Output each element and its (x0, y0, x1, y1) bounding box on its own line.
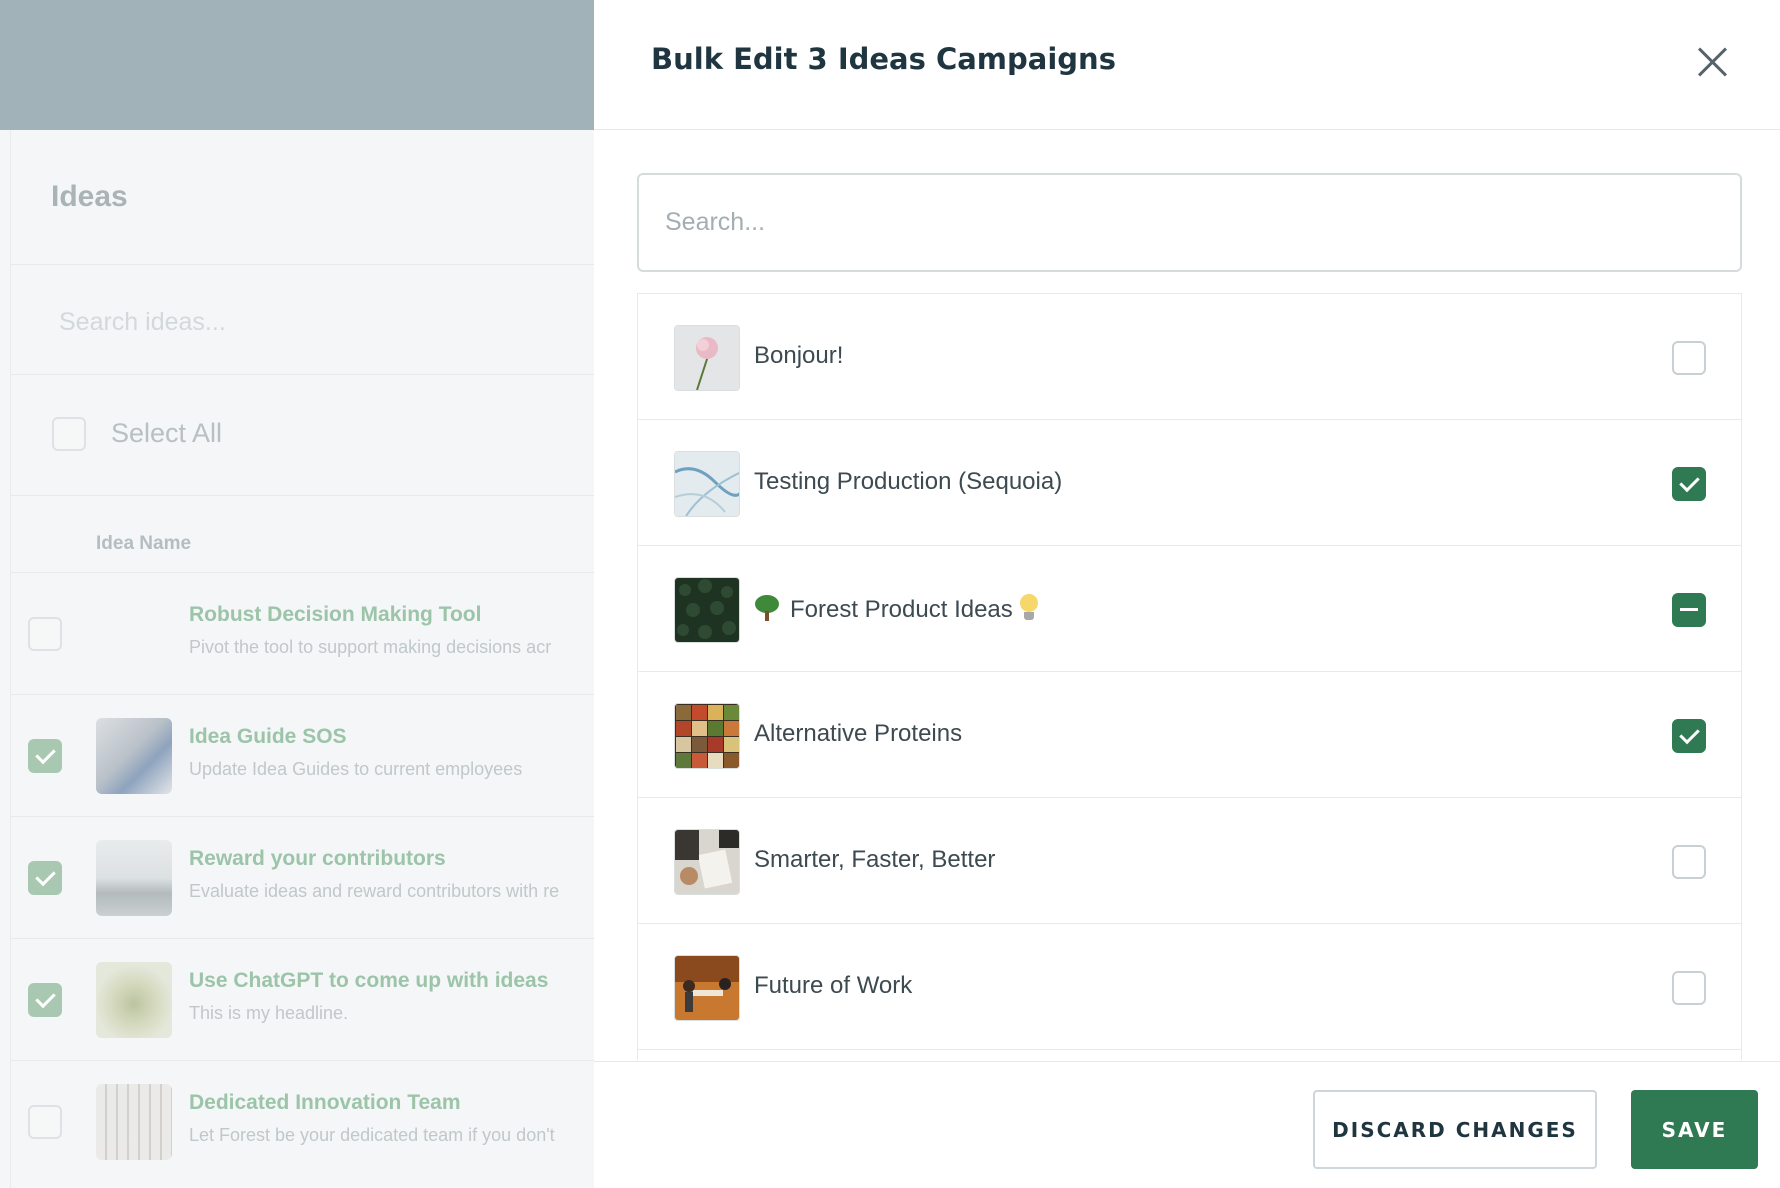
idea-subtitle: Let Forest be your dedicated team if you… (189, 1125, 555, 1145)
campaign-name: Alternative Proteins (754, 720, 963, 747)
campaign-item-future-of-work[interactable]: Future of Work (638, 924, 1741, 1050)
idea-title[interactable]: Reward your contributors (189, 847, 446, 871)
campaign-name-container: Forest Product Ideas (754, 594, 1039, 624)
row-checkbox[interactable] (28, 617, 62, 651)
divider (11, 374, 594, 375)
campaign-thumbnail (674, 577, 740, 643)
campaign-thumbnail (674, 325, 740, 391)
idea-thumbnail (96, 962, 172, 1038)
campaign-checkbox[interactable] (1672, 341, 1706, 375)
idea-subtitle: Pivot the tool to support making decisio… (189, 637, 552, 657)
table-row[interactable]: Robust Decision Making Tool Pivot the to… (11, 572, 594, 694)
campaign-name: Testing Production (Sequoia) (754, 468, 1063, 495)
campaign-checkbox[interactable] (1672, 593, 1706, 627)
campaign-thumbnail (674, 829, 740, 895)
idea-subtitle: Update Idea Guides to current employees (189, 759, 523, 779)
lightbulb-emoji-icon (1019, 594, 1039, 622)
campaign-checkbox[interactable] (1672, 467, 1706, 501)
table-row[interactable]: Idea Guide SOS Update Idea Guides to cur… (11, 694, 594, 816)
campaign-item-bonjour[interactable]: Bonjour! (638, 294, 1741, 420)
ideas-title: Ideas (51, 180, 128, 213)
discard-changes-button[interactable]: DISCARD CHANGES (1313, 1090, 1597, 1169)
close-icon[interactable] (1693, 42, 1733, 82)
ideas-panel: Ideas Search ideas... Select All Idea Na… (10, 130, 594, 1188)
idea-title[interactable]: Dedicated Innovation Team (189, 1091, 461, 1115)
campaign-item-partial (638, 1050, 1741, 1060)
campaign-checkbox[interactable] (1672, 971, 1706, 1005)
modal-footer: DISCARD CHANGES SAVE (594, 1061, 1780, 1188)
select-all-label: Select All (111, 418, 223, 448)
idea-title[interactable]: Robust Decision Making Tool (189, 603, 481, 627)
background-page: Ideas Search ideas... Select All Idea Na… (0, 0, 594, 1188)
idea-subtitle: This is my headline. (189, 1003, 349, 1023)
campaign-thumbnail (674, 451, 740, 517)
save-button[interactable]: SAVE (1631, 1090, 1758, 1169)
campaign-item-smarter-faster-better[interactable]: Smarter, Faster, Better (638, 798, 1741, 924)
column-header-idea-name[interactable]: Idea Name (96, 533, 191, 555)
row-checkbox[interactable] (28, 861, 62, 895)
table-row[interactable]: Reward your contributors Evaluate ideas … (11, 816, 594, 938)
divider (11, 264, 594, 265)
campaign-item-testing-production[interactable]: Testing Production (Sequoia) (638, 420, 1741, 546)
campaign-thumbnail (674, 955, 740, 1021)
idea-thumbnail (96, 840, 172, 916)
table-row[interactable]: Dedicated Innovation Team Let Forest be … (11, 1060, 594, 1182)
row-checkbox[interactable] (28, 739, 62, 773)
divider (11, 495, 594, 496)
row-checkbox[interactable] (28, 983, 62, 1017)
select-all-checkbox[interactable] (52, 417, 86, 451)
campaign-name: Bonjour! (754, 342, 844, 369)
idea-title[interactable]: Use ChatGPT to come up with ideas (189, 969, 548, 993)
idea-thumbnail (96, 718, 172, 794)
idea-title[interactable]: Idea Guide SOS (189, 725, 347, 749)
campaign-search-input[interactable] (637, 173, 1742, 272)
campaign-name: Future of Work (754, 972, 913, 999)
campaign-checkbox[interactable] (1672, 845, 1706, 879)
ideas-search-input[interactable]: Search ideas... (59, 308, 226, 337)
campaign-thumbnail (674, 703, 740, 769)
modal-header: Bulk Edit 3 Ideas Campaigns (594, 0, 1780, 130)
campaign-name: Smarter, Faster, Better (754, 846, 996, 873)
table-row[interactable]: Use ChatGPT to come up with ideas This i… (11, 938, 594, 1060)
bulk-edit-modal: Bulk Edit 3 Ideas Campaigns Bonjour! Tes… (594, 0, 1780, 1188)
modal-title: Bulk Edit 3 Ideas Campaigns (651, 42, 1116, 76)
campaign-item-forest-product-ideas[interactable]: Forest Product Ideas (638, 546, 1741, 672)
campaign-list: Bonjour! Testing Production (Sequoia) Fo… (637, 293, 1742, 1060)
campaign-checkbox[interactable] (1672, 719, 1706, 753)
idea-subtitle: Evaluate ideas and reward contributors w… (189, 881, 560, 901)
campaign-item-alternative-proteins[interactable]: Alternative Proteins (638, 672, 1741, 798)
row-checkbox[interactable] (28, 1105, 62, 1139)
campaign-name: Forest Product Ideas (790, 596, 1013, 623)
tree-emoji-icon (754, 595, 780, 621)
idea-thumbnail (96, 1084, 172, 1160)
background-top-bar (0, 0, 594, 130)
